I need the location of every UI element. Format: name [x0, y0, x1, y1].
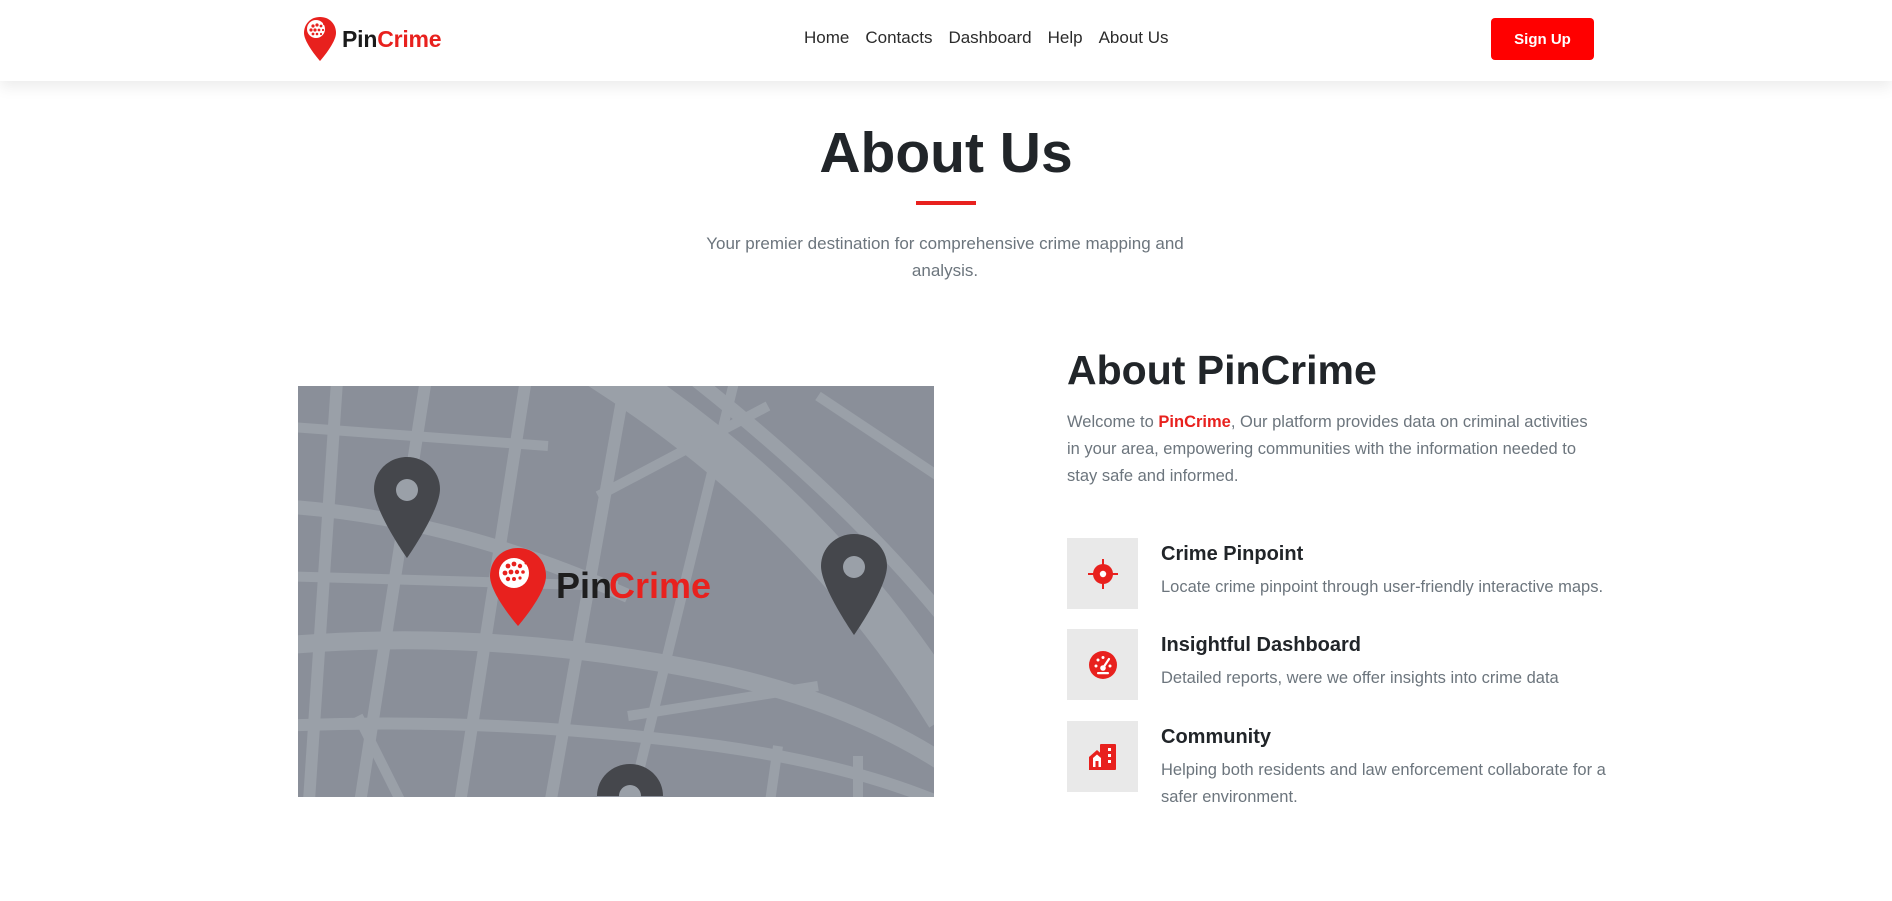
feature-icon-box	[1067, 629, 1138, 700]
navbar: PinCrime Home Contacts Dashboard Help Ab…	[0, 0, 1892, 81]
about-highlight: PinCrime	[1158, 413, 1231, 431]
map-pin-logo-icon	[304, 17, 336, 61]
feature-description: Detailed reports, were we offer insights…	[1161, 669, 1559, 687]
nav-links: Home Contacts Dashboard Help About Us	[804, 28, 1185, 48]
brand-name-pin: Pin	[342, 25, 378, 52]
feature-title: Insightful Dashboard	[1161, 634, 1361, 656]
nav-dashboard[interactable]: Dashboard	[948, 28, 1031, 48]
crosshair-icon	[1087, 558, 1118, 589]
nav-about-us[interactable]: About Us	[1099, 28, 1169, 48]
about-description: Welcome to PinCrime, Our platform provid…	[1067, 409, 1603, 490]
feature-icon-box	[1067, 721, 1138, 792]
page-subtitle: Your premier destination for comprehensi…	[706, 234, 1184, 280]
feature-icon-box	[1067, 538, 1138, 609]
feature-insightful-dashboard: Insightful Dashboard Detailed reports, w…	[1067, 629, 1603, 701]
sign-up-button[interactable]: Sign Up	[1491, 18, 1594, 60]
nav-contacts[interactable]: Contacts	[865, 28, 932, 48]
nav-help[interactable]: Help	[1048, 28, 1083, 48]
feature-description: Helping both residents and law enforceme…	[1161, 761, 1606, 806]
page-title: About Us	[819, 121, 1073, 185]
map-logo-pin: Pin	[556, 565, 612, 606]
map-logo-crime: Crime	[609, 565, 711, 606]
building-icon	[1088, 743, 1116, 770]
feature-crime-pinpoint: Crime Pinpoint Locate crime pinpoint thr…	[1067, 538, 1603, 610]
feature-title: Community	[1161, 726, 1271, 748]
speedometer-icon	[1088, 650, 1117, 679]
feature-community: Community Helping both residents and law…	[1067, 721, 1606, 806]
brand-name: PinCrime	[342, 25, 442, 53]
map-illustration: Pin Crime	[298, 386, 934, 797]
about-text-before: Welcome to	[1067, 413, 1159, 431]
map-illustration-svg: Pin Crime	[298, 386, 934, 797]
feature-title: Crime Pinpoint	[1161, 543, 1304, 565]
feature-description: Locate crime pinpoint through user-frien…	[1161, 578, 1604, 596]
nav-home[interactable]: Home	[804, 28, 849, 48]
brand-name-crime: Crime	[377, 25, 442, 52]
brand-logo[interactable]: PinCrime	[302, 13, 442, 65]
title-divider	[916, 201, 976, 205]
about-title: About PinCrime	[1067, 347, 1377, 393]
